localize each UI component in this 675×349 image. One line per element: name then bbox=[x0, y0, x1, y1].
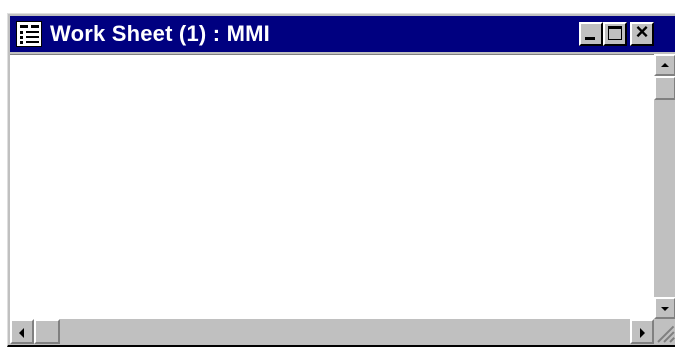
title-bar[interactable]: Work Sheet (1) : MMI × bbox=[10, 16, 675, 52]
worksheet-window[interactable]: Work Sheet (1) : MMI × bbox=[7, 13, 675, 347]
vertical-scroll-thumb[interactable] bbox=[654, 76, 675, 100]
close-button[interactable]: × bbox=[630, 19, 654, 46]
worksheet-icon[interactable] bbox=[16, 21, 42, 47]
vertical-scrollbar[interactable] bbox=[654, 54, 675, 319]
arrow-left-icon bbox=[19, 328, 24, 338]
resize-grip[interactable] bbox=[654, 319, 675, 344]
minimize-button[interactable] bbox=[579, 22, 603, 46]
arrow-up-icon bbox=[661, 63, 669, 67]
scroll-left-button[interactable] bbox=[10, 319, 34, 344]
maximize-button[interactable] bbox=[603, 22, 627, 46]
horizontal-scroll-thumb[interactable] bbox=[34, 319, 60, 344]
arrow-down-icon bbox=[661, 307, 669, 311]
arrow-right-icon bbox=[640, 328, 645, 338]
scroll-right-button[interactable] bbox=[630, 319, 654, 344]
horizontal-scrollbar[interactable] bbox=[10, 319, 654, 344]
window-title: Work Sheet (1) : MMI bbox=[50, 21, 270, 46]
scroll-down-button[interactable] bbox=[654, 297, 675, 319]
minimize-icon bbox=[585, 37, 595, 40]
close-icon: × bbox=[635, 19, 649, 44]
worksheet-canvas[interactable] bbox=[10, 54, 654, 320]
scroll-up-button[interactable] bbox=[654, 54, 675, 76]
maximize-icon bbox=[608, 26, 622, 40]
